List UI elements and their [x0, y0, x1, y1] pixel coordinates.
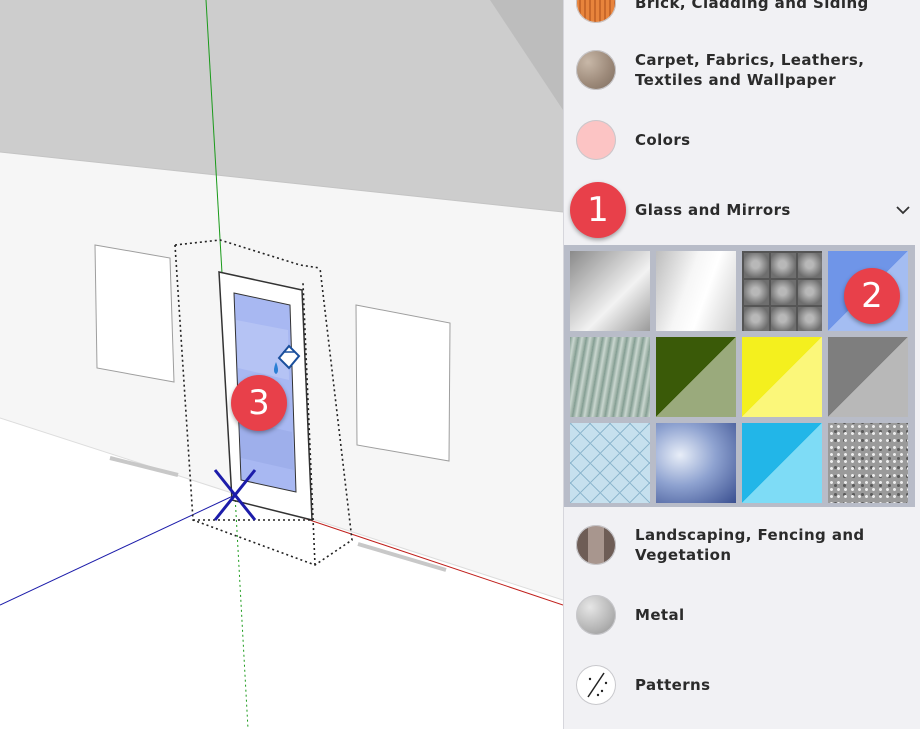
swatch-glass-1[interactable]	[570, 251, 650, 331]
window-right	[355, 304, 451, 462]
callout-1: 1	[570, 182, 626, 238]
callout-3-text: 3	[248, 383, 270, 423]
swatch-glass-2[interactable]	[656, 251, 736, 331]
swatch-glass-yellow[interactable]	[742, 337, 822, 417]
swatch-glass-block[interactable]	[742, 251, 822, 331]
landscaping-swatch-icon	[576, 525, 616, 565]
category-metal[interactable]: Metal	[564, 580, 920, 650]
swatch-glass-gray[interactable]	[828, 337, 908, 417]
brick-swatch-icon	[576, 0, 616, 23]
viewport-scene	[0, 0, 563, 729]
chevron-down-icon[interactable]	[895, 202, 911, 218]
callout-2: 2	[844, 268, 900, 324]
category-patterns[interactable]: Patterns	[564, 650, 920, 720]
category-landscaping[interactable]: Landscaping, Fencing and Vegetation	[564, 510, 920, 580]
category-label: Landscaping, Fencing and Vegetation	[635, 526, 865, 564]
callout-2-text: 2	[861, 276, 883, 316]
category-label: Metal	[635, 606, 685, 624]
category-label: Glass and Mirrors	[635, 201, 791, 219]
callout-1-text: 1	[587, 190, 609, 230]
category-label: Colors	[635, 131, 691, 149]
materials-panel: Brick, Cladding and Siding Carpet, Fabri…	[563, 0, 920, 729]
category-carpet[interactable]: Carpet, Fabrics, Leathers, Textiles and …	[564, 35, 920, 105]
window-left	[94, 244, 175, 383]
colors-swatch-icon	[576, 120, 616, 160]
carpet-swatch-icon	[576, 50, 616, 90]
metal-swatch-icon	[576, 595, 616, 635]
swatch-glass-green[interactable]	[656, 337, 736, 417]
category-label: Brick, Cladding and Siding	[635, 0, 869, 12]
model-viewport[interactable]: 3	[0, 0, 563, 729]
swatch-glass-cyan[interactable]	[742, 423, 822, 503]
swatch-glass-frosted[interactable]	[828, 423, 908, 503]
swatch-glass-ribbed[interactable]	[570, 337, 650, 417]
swatch-glass-wired[interactable]	[570, 423, 650, 503]
patterns-swatch-icon	[576, 665, 616, 705]
category-brick[interactable]: Brick, Cladding and Siding	[564, 0, 920, 38]
swatch-mirror-sky[interactable]	[656, 423, 736, 503]
category-label: Carpet, Fabrics, Leathers, Textiles and …	[635, 51, 865, 89]
callout-3: 3	[231, 375, 287, 431]
category-label: Patterns	[635, 676, 711, 694]
category-colors[interactable]: Colors	[564, 105, 920, 175]
